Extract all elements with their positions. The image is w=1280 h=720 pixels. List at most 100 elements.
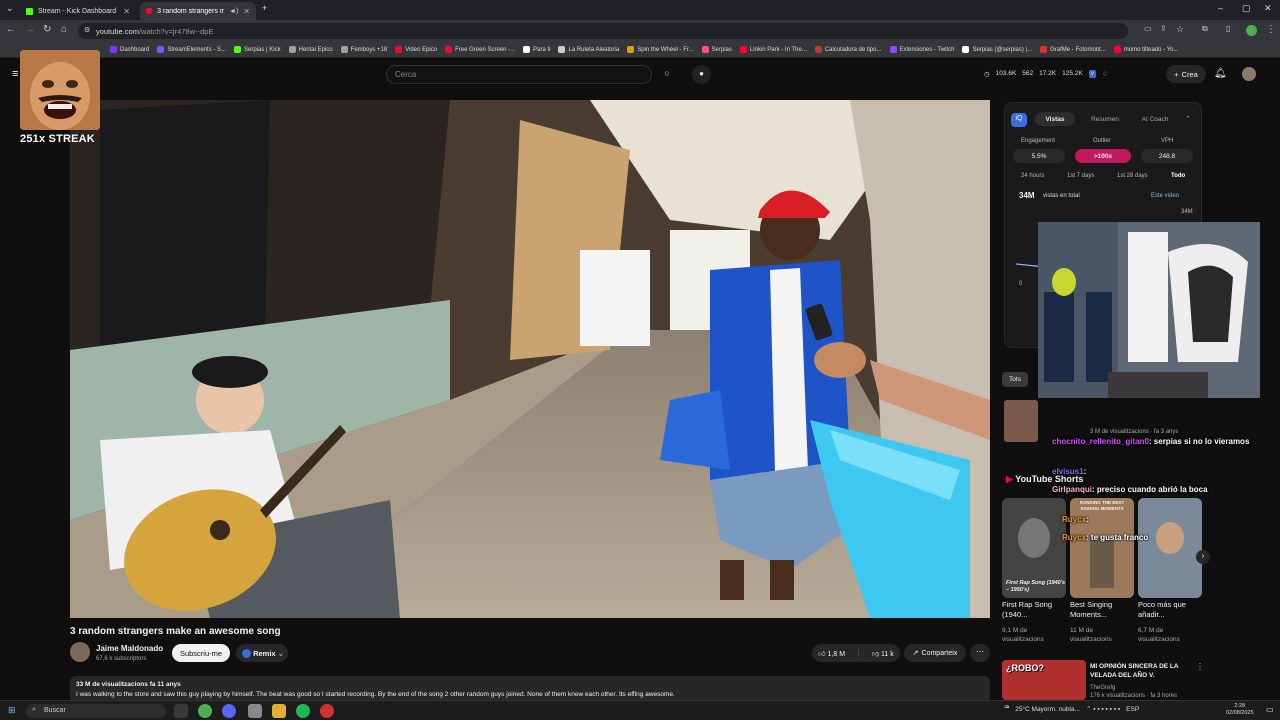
channel-avatar[interactable] xyxy=(70,642,90,662)
app-icon[interactable] xyxy=(248,704,262,718)
short-caption: First Rap Song (1940's – 1950's) xyxy=(1006,580,1066,593)
tab-vistas[interactable]: Vistas xyxy=(1035,112,1075,126)
sidebar-icon[interactable]: ▯ xyxy=(1226,24,1230,33)
profile-avatar[interactable] xyxy=(1246,25,1257,36)
spotify-icon[interactable] xyxy=(296,704,310,718)
range-todo[interactable]: Todo xyxy=(1171,173,1185,179)
reload-icon[interactable]: ↻ xyxy=(43,24,51,35)
short-thumbnail[interactable] xyxy=(1138,498,1202,598)
bookmark-item[interactable]: Free Green Screen -... xyxy=(445,46,515,53)
home-icon[interactable]: ⌂ xyxy=(61,24,67,35)
description-box[interactable]: 33 M de visualitzacions fa 11 anys I was… xyxy=(70,676,990,702)
short-title[interactable]: First Rap Song (1940... xyxy=(1002,600,1064,620)
chrome-icon[interactable] xyxy=(198,704,212,718)
shorts-next-icon[interactable]: › xyxy=(1196,550,1210,564)
range-24h[interactable]: 24 hours xyxy=(1021,173,1044,179)
bookmark-item[interactable]: Calculadora de tipo... xyxy=(814,46,882,53)
notification-icon[interactable]: ▭ xyxy=(1266,705,1274,714)
close-icon[interactable]: ✕ xyxy=(243,7,250,16)
subscribe-button[interactable]: Subscriu-me xyxy=(172,644,230,662)
bookmark-item[interactable]: Serpias | Kick xyxy=(234,46,281,53)
bookmark-item[interactable]: Femboys +18 xyxy=(340,46,387,53)
bookmark-item[interactable]: Dashboard xyxy=(110,46,149,53)
filter-chip-tots[interactable]: Tots xyxy=(1002,372,1028,387)
recommended-channel[interactable]: TheGrefg xyxy=(1090,684,1177,692)
range-7d[interactable]: 1st 7 days xyxy=(1067,173,1094,179)
search-input[interactable]: Cerca xyxy=(386,65,652,84)
dislike-button[interactable]: 👎︎ 11 k xyxy=(872,649,894,658)
cast-icon[interactable]: ▭ xyxy=(1144,24,1152,33)
url-input[interactable]: youtube.com/watch?v=jr478w--dpE xyxy=(78,23,1128,39)
obs-icon[interactable] xyxy=(320,704,334,718)
bookmark-item[interactable]: momo tilteado - Yo... xyxy=(1113,46,1179,53)
site-info-icon[interactable]: ⚙ xyxy=(84,26,90,34)
bookmark-item[interactable]: Spin the Wheel - Fr... xyxy=(627,46,694,53)
vidiq-icon[interactable]: v xyxy=(1088,70,1096,78)
avatar[interactable] xyxy=(1242,67,1256,81)
tab-resumen[interactable]: Resumen xyxy=(1085,112,1125,126)
share-button[interactable]: ↗ Comparteix xyxy=(904,644,966,662)
close-window-icon[interactable]: ✕ xyxy=(1264,3,1272,14)
more-actions-button[interactable]: ⋯ xyxy=(970,644,990,662)
bookmark-label: Linkin Park - In The... xyxy=(749,46,807,53)
like-button[interactable]: 👍︎ 1,8 M xyxy=(818,649,845,658)
chat-username: Girlpanqui xyxy=(1052,485,1092,494)
short-title[interactable]: Poco más que añadir... xyxy=(1138,600,1200,620)
recommended-title[interactable]: MI OPINIÓN SINCERA DE LA VELADA DEL AÑO … xyxy=(1090,662,1190,680)
language-label[interactable]: ESP xyxy=(1126,706,1139,713)
range-28d[interactable]: 1st 28 days xyxy=(1117,173,1148,179)
extensions-icon[interactable]: ⧉ xyxy=(1202,24,1208,34)
more-options-icon[interactable]: ⋮ xyxy=(1196,662,1204,671)
bell-icon[interactable]: 🔔︎ xyxy=(1214,68,1227,79)
close-icon[interactable]: ✕ xyxy=(123,7,130,16)
mic-icon[interactable]: ● xyxy=(692,65,711,84)
taskbar-search[interactable]: ⌕ Buscar xyxy=(26,704,166,718)
bookmark-item[interactable]: Serpias (@serpias) |... xyxy=(962,46,1032,53)
file-explorer-icon[interactable] xyxy=(272,704,286,718)
hamburger-icon[interactable]: ≡ xyxy=(12,68,18,80)
menu-icon[interactable]: ⋮ xyxy=(1266,24,1276,35)
new-tab-icon[interactable]: + xyxy=(262,3,267,13)
tab-youtube-video[interactable]: 3 random strangers make ... ◄) ✕ xyxy=(140,2,256,20)
tab-kick-dashboard[interactable]: Stream - Kick Dashboard ✕ xyxy=(20,2,136,20)
maximize-icon[interactable]: ▢ xyxy=(1242,3,1251,14)
bookmark-item[interactable]: Serpias xyxy=(701,46,732,53)
start-icon[interactable]: ⊞ xyxy=(8,705,16,716)
task-view-icon[interactable] xyxy=(174,704,188,718)
remix-button[interactable]: Remix ⌄ xyxy=(236,644,288,662)
minimize-icon[interactable]: – xyxy=(1218,3,1223,13)
bookmark-item[interactable]: GrafMe - Fotomont... xyxy=(1040,46,1106,53)
bookmark-item[interactable]: Para ti xyxy=(523,46,550,53)
weather-label[interactable]: 25°C Mayorm. nubla... xyxy=(1015,706,1080,713)
bookmark-item[interactable]: StreamElements - S... xyxy=(157,46,226,53)
bookmark-item[interactable]: Hentai Epico xyxy=(288,46,333,53)
badge-icon[interactable]: ♢ xyxy=(1102,70,1108,78)
video-player[interactable] xyxy=(70,100,990,618)
tray-icons[interactable]: ⌃ ▪ ▪ ▪ ▪ ▪ ▪ ▪ xyxy=(1086,705,1120,713)
recommended-thumbnail[interactable]: ¿ROBO? xyxy=(1002,660,1086,700)
clock[interactable]: 2:28 02/08/2025 xyxy=(1226,703,1254,717)
total-views-label[interactable]: vistas en total xyxy=(1043,193,1080,199)
short-thumbnail[interactable]: First Rap Song (1940's – 1950's) xyxy=(1002,498,1066,598)
forward-icon[interactable]: → xyxy=(25,24,35,35)
short-thumbnail[interactable]: RANKING THE BEST SINGING MOMENTS xyxy=(1070,498,1134,598)
share-page-icon[interactable]: ⇪ xyxy=(1160,24,1167,33)
create-button[interactable]: + Crea xyxy=(1166,65,1206,83)
recommended-thumbnail[interactable] xyxy=(1004,400,1038,442)
back-icon[interactable]: ← xyxy=(6,24,16,35)
channel-name[interactable]: Jaime Maldonado xyxy=(96,644,163,653)
search-icon[interactable]: ○ xyxy=(652,65,682,84)
tab-ai-coach[interactable]: AI Coach xyxy=(1133,112,1177,126)
tab-label: Stream - Kick Dashboard xyxy=(38,7,117,15)
discord-icon[interactable] xyxy=(222,704,236,718)
bookmark-item[interactable]: La Ruleta Aleatoria xyxy=(558,46,619,53)
short-title[interactable]: Best Singing Moments... xyxy=(1070,600,1132,620)
chevron-up-icon[interactable]: ⌃ xyxy=(1185,115,1191,123)
stat-value: 17.2K xyxy=(1039,70,1057,77)
bookmark-item[interactable]: Video Epico xyxy=(395,46,437,53)
tab-list-icon[interactable]: ⌄ xyxy=(6,3,14,14)
bookmark-item[interactable]: Extensiones - Twitch xyxy=(889,46,954,53)
audio-icon[interactable]: ◄) xyxy=(229,8,238,15)
bookmark-star-icon[interactable]: ☆ xyxy=(1176,24,1184,35)
bookmark-item[interactable]: Linkin Park - In The... xyxy=(739,46,807,53)
